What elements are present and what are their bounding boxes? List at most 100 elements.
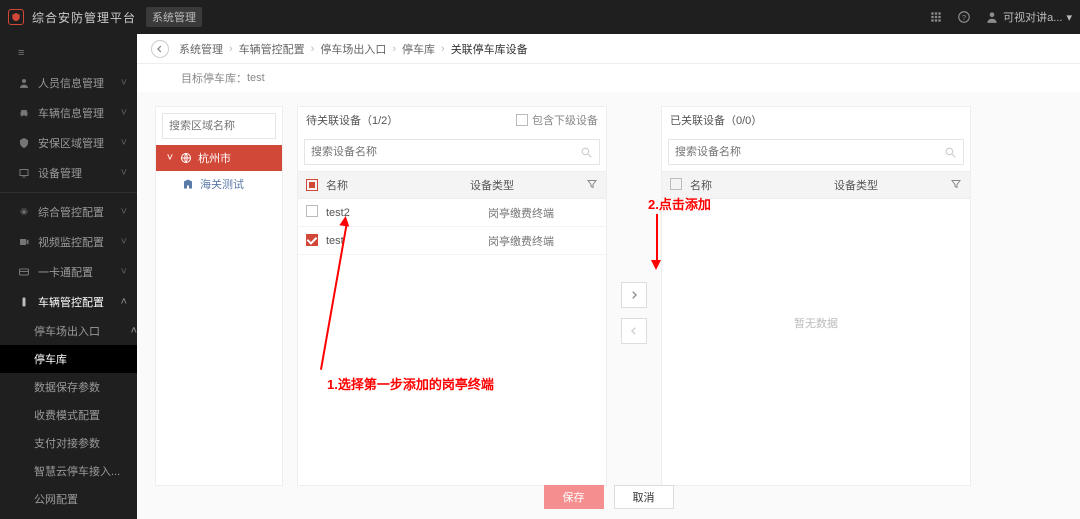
select-all-checkbox[interactable]: [306, 179, 318, 191]
checkbox-icon: [516, 114, 528, 126]
chevron-down-icon: ˅: [121, 107, 127, 119]
sidebar-sub-dataparam[interactable]: 数据保存参数: [0, 373, 137, 401]
sidebar-item-video[interactable]: 视频监控配置˅: [0, 227, 137, 257]
main: 系统管理› 车辆管控配置› 停车场出入口› 停车库› 关联停车库设备 目标停车库…: [137, 34, 1080, 519]
chevron-left-icon: [629, 326, 639, 336]
tree-node-label: 海关测试: [200, 176, 244, 192]
camera-icon: [18, 236, 30, 248]
tree-node-root[interactable]: ˅ 杭州市: [156, 145, 282, 171]
filter-icon[interactable]: [950, 178, 962, 190]
row-checkbox[interactable]: [306, 234, 318, 246]
topbar-module-tag[interactable]: 系统管理: [146, 7, 202, 27]
row-type: 岗亭缴费终端: [488, 205, 598, 221]
linked-search[interactable]: [668, 139, 964, 165]
pending-search[interactable]: [304, 139, 600, 165]
globe-icon: [180, 152, 192, 164]
sidebar-label: 车辆管控配置: [38, 294, 104, 310]
sidebar-sub-label: 停车场出入口: [34, 323, 100, 339]
crumb-item[interactable]: 系统管理: [179, 41, 223, 57]
sidebar-label: 安保区域管理: [38, 135, 104, 151]
tree-node-child[interactable]: 海关测试: [156, 171, 282, 197]
traffic-icon: [18, 296, 30, 308]
linked-title: 已关联设备（0/0）: [670, 112, 762, 128]
pending-table-header: 名称 设备类型: [298, 171, 606, 199]
include-sub-label: 包含下级设备: [532, 112, 598, 128]
chevron-down-icon: ˅: [121, 167, 127, 179]
sidebar-label: 车辆信息管理: [38, 105, 104, 121]
sidebar-item-vehicle-ctrl[interactable]: 车辆管控配置˄: [0, 287, 137, 317]
target-value: test: [247, 72, 265, 84]
grid-icon[interactable]: [929, 10, 943, 24]
linked-search-input[interactable]: [675, 146, 944, 158]
help-icon[interactable]: ?: [957, 10, 971, 24]
sidebar-sub-pubnet[interactable]: 公网配置: [0, 485, 137, 513]
sidebar-toggle[interactable]: ≡: [0, 38, 137, 68]
topbar: 综合安防管理平台 系统管理 ? 可视对讲a... ▾: [0, 0, 1080, 34]
sidebar-sub-label: 公网配置: [34, 491, 78, 507]
sidebar-item-personnel[interactable]: 人员信息管理˅: [0, 68, 137, 98]
linked-table-header: 名称 设备类型: [662, 171, 970, 199]
chevron-down-icon: ˅: [121, 206, 127, 218]
sidebar-sub-label: 数据保存参数: [34, 379, 100, 395]
region-search[interactable]: [162, 113, 276, 139]
arrow-left-icon: [155, 44, 165, 54]
breadcrumb: 系统管理› 车辆管控配置› 停车场出入口› 停车库› 关联停车库设备: [137, 34, 1080, 64]
cancel-label: 取消: [633, 489, 655, 505]
add-button[interactable]: [621, 282, 647, 308]
sidebar-item-vehicle[interactable]: 车辆信息管理 ˅: [0, 98, 137, 128]
car-icon: [18, 107, 30, 119]
crumb-item[interactable]: 停车库: [402, 41, 435, 57]
sidebar-label: 视频监控配置: [38, 234, 104, 250]
sidebar-item-findcar[interactable]: 寻车诱导˅: [0, 513, 137, 519]
remove-button[interactable]: [621, 318, 647, 344]
sidebar-item-integrated[interactable]: 综合管控配置˅: [0, 197, 137, 227]
user-menu[interactable]: 可视对讲a... ▾: [985, 9, 1072, 25]
card-icon: [18, 266, 30, 278]
col-type: 设备类型: [834, 177, 944, 193]
chevron-right-icon: [629, 290, 639, 300]
sidebar-sub-entrance[interactable]: 停车场出入口˄: [0, 317, 137, 345]
cancel-button[interactable]: 取消: [614, 485, 674, 509]
sidebar-sub-label: 智慧云停车接入...: [34, 463, 120, 479]
crumb-item[interactable]: 停车场出入口: [320, 41, 386, 57]
sidebar-item-device[interactable]: 设备管理 ˅: [0, 158, 137, 188]
sidebar-label: 人员信息管理: [38, 75, 104, 91]
linked-title-row: 已关联设备（0/0）: [662, 107, 970, 133]
sidebar-sub-label: 支付对接参数: [34, 435, 100, 451]
sidebar-sub-cloudpark[interactable]: 智慧云停车接入...: [0, 457, 137, 485]
pending-title-row: 待关联设备（1/2） 包含下级设备: [298, 107, 606, 133]
target-info: 目标停车库： test: [137, 64, 1080, 92]
row-checkbox[interactable]: [306, 205, 318, 217]
row-name: test2: [326, 207, 488, 219]
app-logo-icon: [8, 9, 24, 25]
sidebar-sub-payparam[interactable]: 支付对接参数: [0, 429, 137, 457]
sidebar-sub-garage[interactable]: 停车库: [0, 345, 137, 373]
sidebar-label: 设备管理: [38, 165, 82, 181]
building-icon: [182, 178, 194, 190]
table-row[interactable]: test2 岗亭缴费终端: [298, 199, 606, 227]
sidebar-item-security[interactable]: 安保区域管理˅: [0, 128, 137, 158]
back-button[interactable]: [151, 40, 169, 58]
save-button[interactable]: 保存: [544, 485, 604, 509]
target-label: 目标停车库：: [181, 70, 247, 86]
user-name: 可视对讲a...: [1003, 9, 1062, 25]
gear-icon: [18, 206, 30, 218]
sidebar-item-card[interactable]: 一卡通配置˅: [0, 257, 137, 287]
tree-node-label: 杭州市: [198, 150, 231, 166]
footer-actions: 保存 取消: [137, 485, 1080, 509]
filter-icon[interactable]: [586, 178, 598, 190]
no-data-text: 暂无数据: [662, 315, 970, 331]
chevron-down-icon: ▾: [1066, 11, 1072, 24]
pending-title: 待关联设备（1/2）: [306, 112, 398, 128]
include-sub-toggle[interactable]: 包含下级设备: [516, 112, 598, 128]
sidebar-sub-feemode[interactable]: 收费模式配置: [0, 401, 137, 429]
pending-devices-panel: 待关联设备（1/2） 包含下级设备 名称 设备类型: [297, 106, 607, 486]
select-all-checkbox[interactable]: [670, 178, 682, 190]
table-row[interactable]: test 岗亭缴费终端: [298, 227, 606, 255]
search-icon: [944, 146, 957, 159]
region-search-input[interactable]: [169, 120, 283, 132]
crumb-current: 关联停车库设备: [451, 41, 528, 57]
pending-search-input[interactable]: [311, 146, 580, 158]
crumb-item[interactable]: 车辆管控配置: [239, 41, 305, 57]
menu-icon: ≡: [18, 47, 24, 59]
